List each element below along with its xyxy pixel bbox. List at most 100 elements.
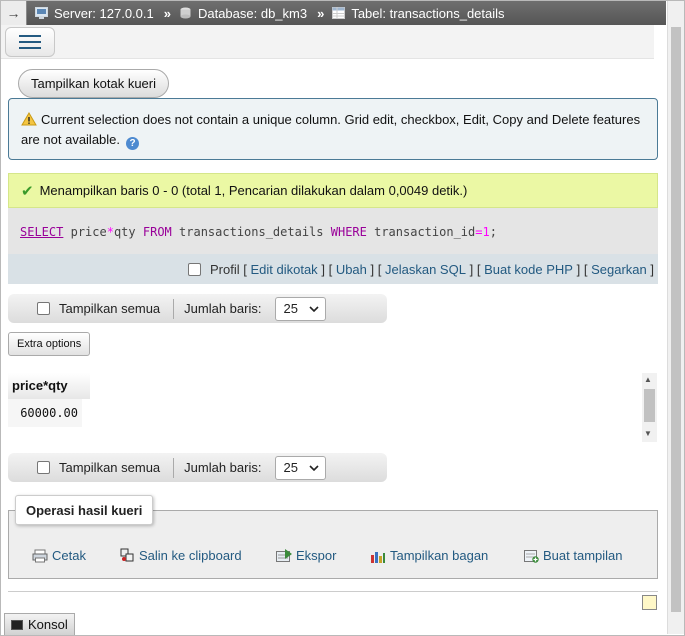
profil-label: Profil: [209, 261, 240, 277]
bracket: [: [377, 261, 382, 277]
sql-token: transaction_id: [374, 225, 476, 239]
explain-sql-link[interactable]: Jelaskan SQL: [385, 262, 466, 277]
divider: [173, 457, 175, 478]
display-chart-label: Tampilkan bagan: [390, 548, 489, 563]
sql-keyword: FROM: [142, 225, 172, 239]
breadcrumb-separator: »: [163, 5, 171, 21]
sql-operator: *: [106, 225, 114, 239]
unique-column-notice: Current selection does not contain a uni…: [8, 98, 658, 160]
database-icon: [180, 7, 191, 19]
breadcrumb-database-label: Database: db_km3: [197, 5, 308, 21]
show-all-checkbox[interactable]: [37, 461, 50, 474]
console-label: Konsol: [28, 617, 68, 632]
scrollbar-thumb[interactable]: [671, 27, 681, 612]
bracket: [: [328, 261, 333, 277]
sql-token: price: [70, 225, 107, 239]
print-link[interactable]: Cetak: [32, 548, 86, 563]
sql-token: ;: [489, 225, 497, 239]
copy-to-clipboard-link[interactable]: Salin ke clipboard: [120, 548, 242, 563]
bracket: ]: [576, 261, 581, 277]
bracket: ]: [370, 261, 375, 277]
divider: [8, 591, 658, 592]
console-tab[interactable]: Konsol: [4, 613, 75, 635]
printer-icon: [32, 549, 48, 562]
console-icon: [11, 619, 23, 630]
hamburger-icon: [19, 47, 41, 49]
show-all-label: Tampilkan semua: [59, 301, 161, 316]
rows-select[interactable]: 25: [275, 296, 327, 321]
sql-query-display[interactable]: SELECT price*qty FROM transactions_detai…: [8, 208, 658, 254]
breadcrumb-database[interactable]: Database: db_km3: [179, 6, 307, 21]
display-chart-link[interactable]: Tampilkan bagan: [370, 548, 488, 563]
show-all-label: Tampilkan semua: [59, 460, 161, 475]
breadcrumb-table-label: Tabel: transactions_details: [351, 5, 505, 21]
profil-checkbox[interactable]: [187, 262, 201, 276]
export-link[interactable]: Ekspor: [276, 548, 336, 563]
menu-row: [1, 25, 654, 59]
notice-text: Current selection does not contain a uni…: [21, 112, 641, 147]
scroll-up-icon[interactable]: ▲: [644, 375, 652, 384]
create-view-icon: [524, 550, 539, 563]
hamburger-icon: [19, 41, 41, 43]
breadcrumb-separator: »: [317, 5, 325, 21]
sql-keyword[interactable]: SELECT: [20, 225, 63, 239]
success-message: ✔ Menampilkan baris 0 - 0 (total 1, Penc…: [8, 173, 658, 208]
bracket: ]: [321, 261, 325, 277]
breadcrumb-table[interactable]: Tabel: transactions_details: [332, 5, 505, 21]
bracket: [: [243, 261, 247, 277]
divider: [173, 298, 175, 319]
create-php-code-link[interactable]: Buat kode PHP: [484, 262, 573, 277]
sql-operator: =: [475, 225, 483, 239]
chevron-down-icon: [309, 464, 320, 471]
navigation-bar-bottom: Tampilkan semua Jumlah baris: 25: [8, 453, 387, 482]
column-header[interactable]: price*qty: [8, 373, 90, 399]
help-icon[interactable]: ?: [126, 137, 140, 150]
rows-select-value: 25: [283, 460, 298, 475]
table-cell: 60000.00: [8, 399, 82, 427]
scroll-down-icon[interactable]: ▼: [644, 429, 652, 438]
edit-inline-link[interactable]: Edit dikotak: [250, 262, 317, 277]
bookmark-icon[interactable]: [642, 595, 657, 610]
sql-action-links: Profil [ Edit dikotak ] [ Ubah ] [ Jelas…: [8, 254, 658, 284]
create-view-label: Buat tampilan: [543, 548, 623, 563]
table-icon: [332, 7, 346, 19]
breadcrumb-server[interactable]: Server: 127.0.0.1: [35, 6, 154, 21]
clipboard-icon: [120, 548, 134, 562]
warning-icon: [21, 112, 37, 126]
create-view-link[interactable]: Buat tampilan: [524, 548, 623, 563]
sql-token: transactions_details: [179, 225, 324, 239]
results-scrollbar[interactable]: ▲ ▼: [642, 373, 657, 442]
check-icon: ✔: [21, 182, 34, 200]
bracket: ]: [469, 261, 474, 277]
scrollbar-thumb[interactable]: [644, 389, 655, 422]
export-icon: [276, 548, 292, 562]
page-scrollbar[interactable]: [667, 1, 684, 634]
sql-token: qty: [113, 225, 136, 239]
breadcrumb-server-label: Server: 127.0.0.1: [54, 5, 154, 21]
navigation-bar-top: Tampilkan semua Jumlah baris: 25: [8, 294, 387, 323]
rows-select[interactable]: 25: [275, 455, 327, 480]
edit-link[interactable]: Ubah: [336, 262, 367, 277]
show-query-box-button[interactable]: Tampilkan kotak kueri: [18, 69, 169, 98]
back-arrow-icon[interactable]: →: [1, 1, 27, 25]
copy-to-clipboard-label: Salin ke clipboard: [139, 548, 242, 563]
rows-select-value: 25: [283, 301, 298, 316]
bar-chart-icon: [371, 551, 385, 563]
chevron-down-icon: [309, 305, 320, 312]
rows-label: Jumlah baris:: [184, 301, 262, 316]
show-all-checkbox[interactable]: [37, 302, 50, 315]
bracket: [: [476, 261, 481, 277]
success-text: Menampilkan baris 0 - 0 (total 1, Pencar…: [39, 183, 468, 198]
export-label: Ekspor: [296, 548, 337, 563]
sql-number: 1: [482, 225, 490, 239]
rows-label: Jumlah baris:: [184, 460, 262, 475]
hamburger-icon: [19, 35, 41, 37]
menu-toggle-button[interactable]: [5, 27, 55, 57]
operations-legend: Operasi hasil kueri: [15, 495, 154, 525]
sql-keyword: WHERE: [330, 225, 367, 239]
refresh-link[interactable]: Segarkan: [591, 262, 647, 277]
breadcrumb: → Server: 127.0.0.1 » Database: db_km3 »…: [1, 1, 666, 25]
bracket: [: [583, 261, 588, 277]
server-icon: [35, 7, 48, 19]
extra-options-button[interactable]: Extra options: [8, 332, 91, 356]
